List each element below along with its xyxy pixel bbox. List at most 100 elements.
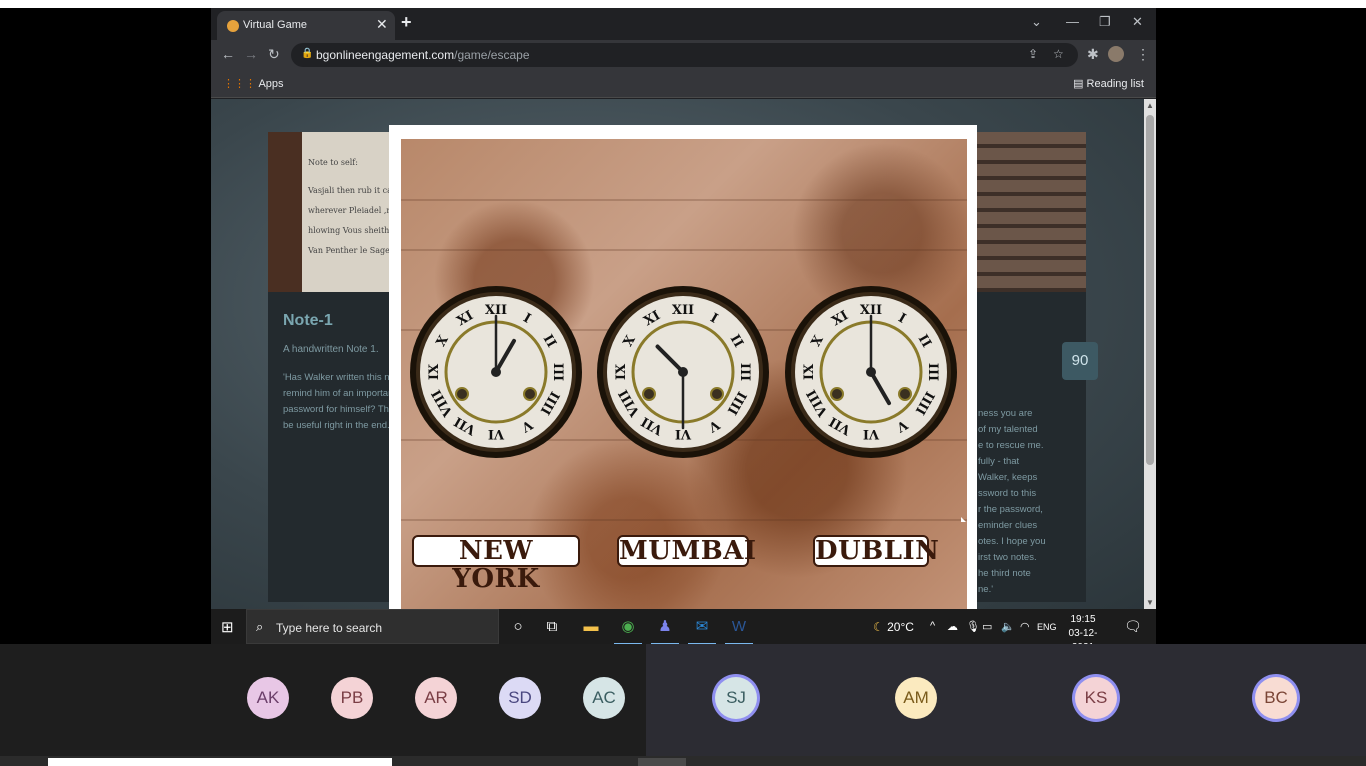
onedrive-icon[interactable]: ☁ <box>947 620 958 633</box>
wall-band <box>401 249 967 251</box>
participant-avatar-speaking[interactable]: BC <box>1255 677 1297 719</box>
winding-hole <box>710 387 724 401</box>
clock-modal[interactable]: XII I II III IIII V VI VII VIII IX X XI XII I II III II… <box>389 125 977 609</box>
wall-band <box>401 519 967 521</box>
reading-list-label: Reading list <box>1086 78 1144 90</box>
browser-window: Virtual Game ✕ + ⌄ — ❐ ✕ ← → ↻ 🔒 bgonlin… <box>211 8 1156 609</box>
clock-numeral: IX <box>614 363 629 380</box>
clock-numeral: III <box>925 363 940 381</box>
scroll-up-icon[interactable]: ▲ <box>1146 101 1154 110</box>
winding-hole <box>523 387 537 401</box>
apps-grid-icon: ⋮⋮⋮ <box>223 78 259 90</box>
participant-avatar-speaking[interactable]: SJ <box>715 677 757 719</box>
tab-virtual-game[interactable]: Virtual Game ✕ <box>217 11 395 40</box>
clock-numeral: IX <box>802 363 817 380</box>
address-bar[interactable]: 🔒 bgonlineengagement.com/game/escape ⇪ ☆ <box>291 43 1078 67</box>
search-icon: ⌕ <box>256 619 264 634</box>
notification-icon[interactable]: 🗨 <box>1124 618 1142 635</box>
clock-center-pin <box>866 367 876 377</box>
back-icon[interactable]: ← <box>221 46 235 62</box>
minimize-icon[interactable]: — <box>1066 14 1079 29</box>
clock-mumbai: XII I II III IIII V VI VII VIII IX X XI <box>597 267 769 477</box>
mail-icon[interactable]: ✉ <box>688 617 716 645</box>
windows-start-icon[interactable]: ⊞ <box>221 618 234 636</box>
weather-widget[interactable]: ☾ 20°C <box>873 620 914 634</box>
participant-avatar[interactable]: AM <box>895 677 937 719</box>
bookmark-star-icon[interactable]: ☆ <box>1053 47 1064 61</box>
participant-avatar[interactable]: AR <box>415 677 457 719</box>
meeting-participants-strip: AK PB AR SD AC SJ AM KS BC <box>0 644 1366 756</box>
windows-taskbar: ⊞ ⌕ Type here to search ○ ⧉ ▬ ◉ ♟ ✉ W ☾ … <box>211 609 1156 653</box>
language-indicator[interactable]: ENG <box>1037 622 1057 632</box>
tab-bar: Virtual Game ✕ + ⌄ — ❐ ✕ <box>211 8 1156 40</box>
new-tab-button[interactable]: + <box>401 12 412 33</box>
tray-chevron-icon[interactable]: ^ <box>930 620 935 632</box>
bottom-taskbar-edge <box>0 756 1366 766</box>
close-window-icon[interactable]: ✕ <box>1132 14 1143 30</box>
clock-dublin: XII I II III IIII V VI VII VIII IX X XI <box>785 267 957 477</box>
city-label-dublin: DUBLIN <box>813 535 940 567</box>
note-photo-line: Note to self: <box>308 158 358 167</box>
scroll-down-icon[interactable]: ▼ <box>1146 598 1154 607</box>
wall-band <box>401 199 967 201</box>
bottom-app-edge <box>638 758 686 766</box>
clock-numeral: IX <box>427 363 442 380</box>
clock-numeral: VI <box>863 426 880 441</box>
participant-avatar[interactable]: AC <box>583 677 625 719</box>
winding-hole <box>830 387 844 401</box>
menu-icon[interactable]: ⋮ <box>1136 46 1150 63</box>
reading-list-button[interactable]: ▤ Reading list <box>1073 77 1144 90</box>
profile-avatar[interactable] <box>1108 46 1124 62</box>
taskbar-search-box[interactable]: ⌕ Type here to search <box>246 609 499 644</box>
cortana-icon[interactable]: ○ <box>508 617 528 637</box>
city-label-mumbai: MUMBAI <box>617 535 757 567</box>
url-text: bgonlineengagement.com/game/escape <box>316 48 530 62</box>
note-subtitle: A handwritten Note 1. <box>283 344 379 355</box>
weather-temp: 20°C <box>887 620 914 634</box>
restore-icon[interactable]: ❐ <box>1099 14 1111 30</box>
file-explorer-icon[interactable]: ▬ <box>581 617 601 637</box>
city-label-new-york: NEW YORK <box>412 535 580 593</box>
word-icon[interactable]: W <box>725 617 753 645</box>
reload-icon[interactable]: ↻ <box>268 46 280 63</box>
apps-label: Apps <box>258 78 284 90</box>
clock-time: 19:15 <box>1070 614 1096 625</box>
favicon-icon <box>227 20 239 32</box>
winding-hole <box>455 387 469 401</box>
reading-list-icon: ▤ <box>1073 78 1087 90</box>
page-viewport: Note to self: Vasjali then rub it carefu… <box>211 99 1144 609</box>
participant-avatar-speaking[interactable]: KS <box>1075 677 1117 719</box>
wifi-icon[interactable]: ◠ <box>1020 620 1030 633</box>
bookmarks-bar: ⋮⋮⋮ Apps ▤ Reading list <box>211 70 1156 98</box>
countdown-timer: 90 <box>1062 342 1098 380</box>
battery-icon[interactable]: ▭ <box>982 620 992 633</box>
winding-hole <box>898 387 912 401</box>
participant-avatar[interactable]: PB <box>331 677 373 719</box>
task-view-icon[interactable]: ⧉ <box>542 617 562 637</box>
clock-numeral: VI <box>488 426 505 441</box>
participant-avatar[interactable]: AK <box>247 677 289 719</box>
top-strip <box>0 0 1366 8</box>
chrome-icon[interactable]: ◉ <box>614 617 642 645</box>
participant-avatar[interactable]: SD <box>499 677 541 719</box>
tab-search-icon[interactable]: ⌄ <box>1031 14 1042 30</box>
microphone-icon[interactable]: 🎙 <box>966 620 980 633</box>
tab-title: Virtual Game <box>243 19 307 31</box>
clock-numeral: III <box>737 363 752 381</box>
volume-icon[interactable]: 🔈 <box>1001 620 1015 633</box>
clock-puzzle-image: XII I II III IIII V VI VII VIII IX X XI XII I II III II… <box>401 139 967 609</box>
mouse-cursor-icon <box>961 517 966 522</box>
page-scrollbar[interactable]: ▲ ▼ <box>1144 99 1156 609</box>
scroll-thumb[interactable] <box>1146 115 1154 465</box>
forward-icon[interactable]: → <box>244 46 258 62</box>
lock-icon: 🔒 <box>301 48 314 59</box>
apps-bookmark[interactable]: ⋮⋮⋮ Apps <box>223 77 284 90</box>
extensions-icon[interactable]: ✱ <box>1087 46 1099 63</box>
navigation-bar: ← → ↻ 🔒 bgonlineengagement.com/game/esca… <box>211 40 1156 70</box>
teams-icon[interactable]: ♟ <box>651 617 679 645</box>
bottom-search-edge <box>48 758 392 766</box>
right-note-photo <box>976 132 1086 292</box>
weather-icon: ☾ <box>873 620 888 634</box>
tab-close-icon[interactable]: ✕ <box>376 16 388 33</box>
share-icon[interactable]: ⇪ <box>1028 47 1038 61</box>
